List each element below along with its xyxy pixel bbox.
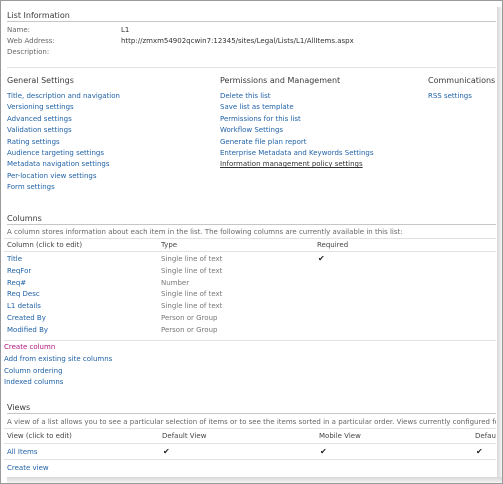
general-settings-link[interactable]: Per-location view settings — [7, 172, 97, 180]
column-action-link[interactable]: Indexed columns — [4, 378, 63, 386]
view-row-all-items[interactable]: All Items — [7, 448, 38, 456]
column-name-link[interactable]: Req Desc — [7, 290, 40, 298]
address-label: Web Address: — [7, 37, 55, 45]
column-name-link[interactable]: Created By — [7, 314, 46, 322]
column-name-link[interactable]: Title — [7, 255, 22, 263]
column-name-link[interactable]: Req# — [7, 279, 26, 287]
divider — [7, 413, 496, 414]
permissions-link[interactable]: Save list as template — [220, 103, 294, 111]
general-settings-link[interactable]: Audience targeting settings — [7, 149, 104, 157]
columns-description: A column stores information about each i… — [7, 228, 403, 236]
frame-shadow — [7, 477, 502, 483]
general-settings-link[interactable]: Validation settings — [7, 126, 72, 134]
screenshot-frame: List Information Name: L1 Web Address: h… — [0, 0, 503, 484]
column-name-link[interactable]: L1 details — [7, 302, 41, 310]
frame-shadow — [497, 7, 502, 479]
create-view-link[interactable]: Create view — [7, 464, 49, 472]
column-action-link[interactable]: Add from existing site columns — [4, 355, 112, 363]
column-header-name: Column (click to edit) — [7, 241, 83, 249]
name-label: Name: — [7, 26, 31, 34]
views-table-top-border — [4, 428, 496, 429]
check-icon: ✔ — [476, 447, 483, 456]
column-name-link[interactable]: ReqFor — [7, 267, 31, 275]
views-title: Views — [7, 403, 31, 412]
column-type: Single line of text — [161, 302, 223, 311]
column-header-required: Required — [317, 241, 349, 249]
column-type: Single line of text — [161, 290, 223, 299]
divider — [7, 67, 496, 68]
view-header-default-mobile: Default — [475, 432, 496, 440]
communications-link[interactable]: RSS settings — [428, 92, 472, 100]
view-header-default: Default View — [162, 432, 207, 440]
column-name-link[interactable]: Modified By — [7, 326, 48, 334]
divider — [7, 224, 496, 225]
table-bottom-border — [4, 340, 496, 341]
column-header-type: Type — [161, 241, 178, 249]
check-icon: ✔ — [320, 447, 327, 456]
settings-page: List Information Name: L1 Web Address: h… — [4, 4, 496, 476]
general-settings-link[interactable]: Form settings — [7, 183, 55, 191]
table-header-border — [4, 251, 496, 252]
table-top-border — [4, 238, 496, 239]
permissions-link[interactable]: Enterprise Metadata and Keywords Setting… — [220, 149, 373, 157]
general-settings-title: General Settings — [7, 76, 74, 85]
columns-title: Columns — [7, 214, 42, 223]
views-description: A view of a list allows you to see a par… — [7, 418, 496, 426]
view-header-name: View (click to edit) — [7, 432, 72, 440]
list-info-title: List Information — [7, 11, 70, 20]
permissions-title: Permissions and Management — [220, 76, 341, 85]
general-settings-link[interactable]: Versioning settings — [7, 103, 74, 111]
communications-title: Communications — [428, 76, 496, 85]
column-type: Single line of text — [161, 255, 223, 263]
permissions-link[interactable]: Information management policy settings — [220, 160, 363, 168]
general-settings-link[interactable]: Rating settings — [7, 138, 60, 146]
view-header-mobile: Mobile View — [319, 432, 361, 440]
column-type: Number — [161, 278, 190, 287]
permissions-link[interactable]: Workflow Settings — [220, 126, 283, 134]
address-value: http://zmxm54902qcwin7:12345/sites/Legal… — [121, 37, 354, 45]
divider — [7, 21, 496, 22]
check-icon: ✔ — [318, 254, 325, 263]
name-value: L1 — [121, 26, 130, 34]
permissions-link[interactable]: Generate file plan report — [220, 138, 307, 146]
column-type: Person or Group — [161, 325, 218, 334]
general-settings-link[interactable]: Title, description and navigation — [7, 92, 120, 100]
permissions-link[interactable]: Delete this list — [220, 92, 271, 100]
column-action-link[interactable]: Column ordering — [4, 367, 63, 375]
column-type: Person or Group — [161, 314, 218, 322]
views-table-header-border — [4, 443, 496, 444]
general-settings-link[interactable]: Metadata navigation settings — [7, 160, 109, 168]
column-action-link[interactable]: Create column — [4, 343, 55, 351]
views-table-bottom-border — [4, 459, 496, 460]
column-type: Single line of text — [161, 266, 223, 275]
permissions-link[interactable]: Permissions for this list — [220, 115, 301, 123]
check-icon: ✔ — [163, 447, 170, 456]
general-settings-link[interactable]: Advanced settings — [7, 115, 72, 123]
description-label: Description: — [7, 48, 50, 56]
